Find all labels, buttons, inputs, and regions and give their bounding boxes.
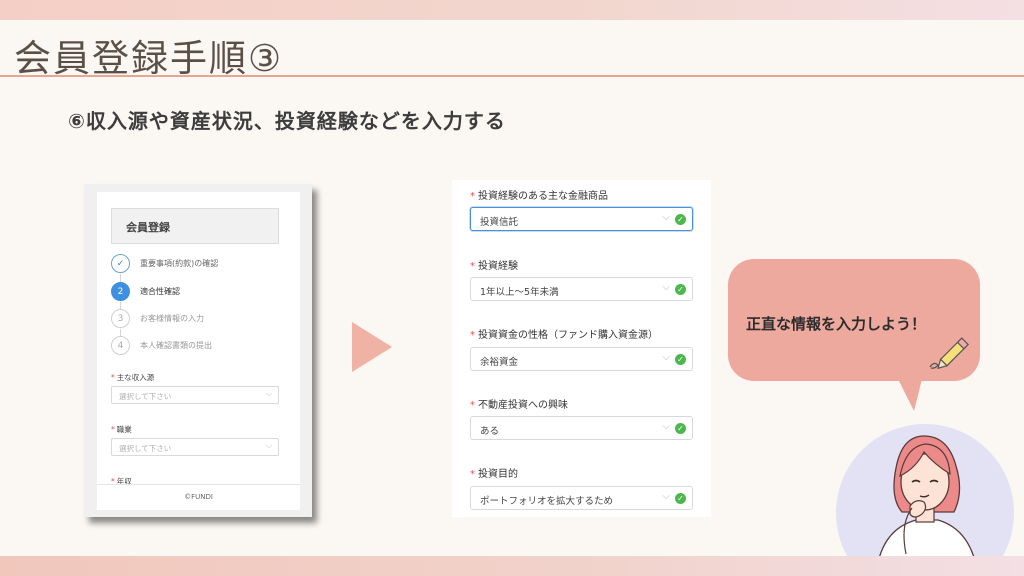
real-estate-interest-select[interactable]: ある ⌵ ✓ <box>470 416 693 440</box>
field-label-text: 投資資金の性格（ファンド購入資金源） <box>478 330 658 341</box>
required-mark: * <box>470 469 475 480</box>
pencil-icon <box>929 337 969 370</box>
field-label-text: 投資経験のある主な金融商品 <box>478 191 608 202</box>
field-label: * 投資経験のある主な金融商品 <box>470 187 608 202</box>
page-subtitle: ⑥収入源や資産状況、投資経験などを入力する <box>68 109 506 133</box>
page-title: 会員登録手順③ <box>14 37 284 80</box>
occupation-select[interactable]: 選択して下さい ⌵ <box>111 438 279 456</box>
fund-nature-select[interactable]: 余裕資金 ⌵ ✓ <box>470 347 693 371</box>
form-header: 会員登録 <box>111 208 279 244</box>
chevron-down-icon: ⌵ <box>662 421 670 432</box>
step-number: 2 <box>111 282 130 301</box>
chevron-down-icon: ⌵ <box>662 491 670 502</box>
step-label: 重要事項(約款)の確認 <box>140 259 219 268</box>
required-mark: * <box>470 330 475 341</box>
required-mark: * <box>111 373 115 382</box>
field-label: * 投資資金の性格（ファンド購入資金源） <box>470 326 658 341</box>
check-circle-icon: ✓ <box>675 214 686 225</box>
step-number: 4 <box>111 336 130 355</box>
chevron-down-icon: ⌵ <box>265 389 272 398</box>
field-label-text: 不動産投資への興味 <box>478 400 568 411</box>
form-header-title: 会員登録 <box>126 221 170 234</box>
select-value: ポートフォリオを拡大するため <box>480 496 614 507</box>
select-placeholder: 選択して下さい <box>119 444 172 453</box>
play-arrow-icon <box>352 322 392 372</box>
chevron-down-icon: ⌵ <box>662 282 670 293</box>
income-source-select[interactable]: 選択して下さい ⌵ <box>111 386 279 404</box>
step-label: お客様情報の入力 <box>140 314 204 323</box>
speech-bubble-text: 正直な情報を入力しよう！ <box>746 315 927 333</box>
step-connector <box>120 274 121 282</box>
left-form-footer: ©FUNDI <box>97 484 300 510</box>
chevron-down-icon: ⌵ <box>662 352 670 363</box>
field-label-text: 投資目的 <box>478 469 518 480</box>
avatar <box>875 435 979 576</box>
title-divider <box>0 75 1024 77</box>
left-form-panel: 会員登録 ✓ 重要事項(約款)の確認 2 適合性確認 3 お客様情報の入力 4 … <box>97 192 300 510</box>
select-value: ある <box>480 426 500 437</box>
step-check-icon: ✓ <box>111 254 130 273</box>
field-label-text: 投資経験 <box>478 261 518 272</box>
required-mark: * <box>470 400 475 411</box>
field-label: * 投資目的 <box>470 465 518 480</box>
main-financial-products-select[interactable]: 投資信託 ⌵ ✓ <box>470 207 693 231</box>
step-number: 3 <box>111 309 130 328</box>
select-value: 投資信託 <box>480 217 519 228</box>
chevron-down-icon: ⌵ <box>265 441 272 450</box>
investment-experience-select[interactable]: 1年以上〜5年未満 ⌵ ✓ <box>470 277 693 301</box>
right-form-screenshot: * 投資経験のある主な金融商品 投資信託 ⌵ ✓ * 投資経験 1年以上〜5年未満 … <box>452 180 711 517</box>
step-label: 本人確認書類の提出 <box>140 341 212 350</box>
select-placeholder: 選択して下さい <box>119 392 172 401</box>
speech-bubble-tail <box>898 379 922 411</box>
field-label: * 投資経験 <box>470 257 518 272</box>
field-label-text: 主な収入源 <box>116 373 155 382</box>
bottom-decorative-band <box>0 556 1024 576</box>
field-label: * 不動産投資への興味 <box>470 396 568 411</box>
required-mark: * <box>470 261 475 272</box>
income-source-label: * 主な収入源 <box>111 372 154 383</box>
investment-purpose-select[interactable]: ポートフォリオを拡大するため ⌵ ✓ <box>470 486 693 510</box>
check-circle-icon: ✓ <box>675 493 686 504</box>
check-circle-icon: ✓ <box>675 284 686 295</box>
left-form-screenshot: 会員登録 ✓ 重要事項(約款)の確認 2 適合性確認 3 お客様情報の入力 4 … <box>84 184 312 517</box>
select-value: 1年以上〜5年未満 <box>480 287 559 298</box>
occupation-label: * 職業 <box>111 424 132 435</box>
field-label-text: 職業 <box>116 425 132 434</box>
required-mark: * <box>111 425 115 434</box>
footer-copyright: ©FUNDI <box>184 493 213 501</box>
select-value: 余裕資金 <box>480 357 519 368</box>
check-circle-icon: ✓ <box>675 423 686 434</box>
step-label: 適合性確認 <box>140 287 180 296</box>
check-circle-icon: ✓ <box>675 354 686 365</box>
required-mark: * <box>470 191 475 202</box>
top-decorative-band <box>0 0 1024 20</box>
chevron-down-icon: ⌵ <box>662 212 670 223</box>
